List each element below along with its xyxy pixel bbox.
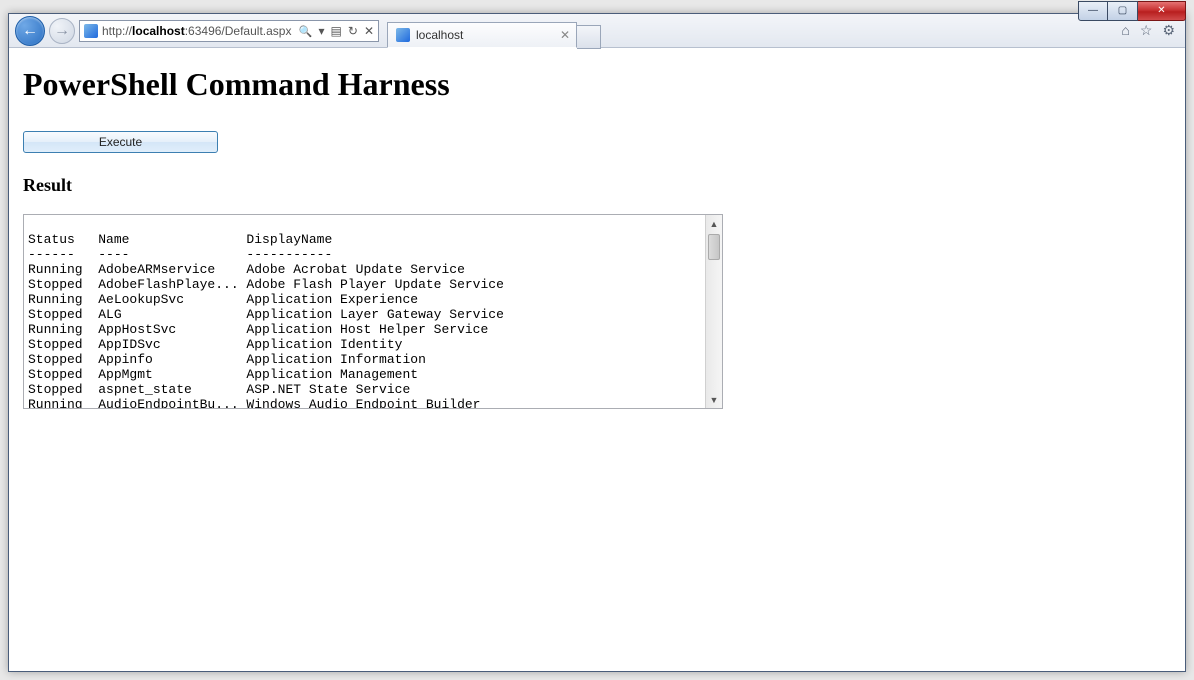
scroll-track[interactable]	[706, 262, 722, 391]
home-icon[interactable]: ⌂	[1121, 22, 1129, 39]
tab-title: localhost	[416, 28, 463, 42]
search-icon[interactable]	[299, 24, 313, 38]
arrow-right-icon: →	[54, 22, 70, 40]
tab-localhost[interactable]: localhost ✕	[387, 22, 577, 48]
window-caption-buttons: ― ▢ ✕	[1078, 1, 1186, 21]
page-title: PowerShell Command Harness	[23, 66, 1171, 103]
url-text: http://localhost:63496/Default.aspx	[102, 24, 295, 38]
ie-favicon-icon	[84, 24, 98, 38]
arrow-left-icon: ←	[22, 22, 38, 40]
tools-icon[interactable]: ⚙	[1162, 22, 1175, 39]
url-host: localhost	[132, 24, 185, 38]
forward-button[interactable]: →	[49, 18, 75, 44]
result-textarea-wrapper: ▲ ▼	[23, 214, 723, 409]
result-textarea[interactable]	[24, 215, 705, 408]
address-bar[interactable]: http://localhost:63496/Default.aspx ▾ ▤ …	[79, 20, 379, 42]
url-scheme: http://	[102, 24, 132, 38]
browser-toolbar: ← → http://localhost:63496/Default.aspx …	[9, 14, 1185, 48]
toolbar-right: ⌂ ☆ ⚙	[1121, 22, 1179, 39]
tab-close-icon[interactable]: ✕	[560, 28, 570, 42]
tab-strip: localhost ✕	[387, 14, 1117, 47]
address-controls: ▾ ▤ ↻ ✕	[299, 24, 374, 38]
scroll-thumb[interactable]	[708, 234, 720, 260]
address-dropdown-icon[interactable]: ▾	[319, 24, 325, 38]
compat-view-icon[interactable]: ▤	[331, 24, 342, 38]
scroll-down-icon[interactable]: ▼	[706, 391, 722, 408]
minimize-button[interactable]: ―	[1078, 1, 1108, 21]
back-button[interactable]: ←	[15, 16, 45, 46]
new-tab-button[interactable]	[577, 25, 601, 49]
maximize-icon: ▢	[1118, 6, 1127, 16]
maximize-button[interactable]: ▢	[1108, 1, 1138, 21]
url-path: :63496/Default.aspx	[185, 24, 292, 38]
ie-favicon-icon	[396, 28, 410, 42]
scroll-up-icon[interactable]: ▲	[706, 215, 722, 232]
ie-window: ― ▢ ✕ ← → http://localhost:63496/Default…	[8, 13, 1186, 672]
close-button[interactable]: ✕	[1138, 1, 1186, 21]
refresh-icon[interactable]: ↻	[348, 24, 358, 38]
execute-button[interactable]: Execute	[23, 131, 218, 153]
result-heading: Result	[23, 175, 1171, 196]
favorites-icon[interactable]: ☆	[1140, 22, 1153, 39]
scrollbar[interactable]: ▲ ▼	[705, 215, 722, 408]
stop-icon[interactable]: ✕	[364, 24, 374, 38]
minimize-icon: ―	[1088, 6, 1098, 16]
page-body: PowerShell Command Harness Execute Resul…	[9, 48, 1185, 671]
close-icon: ✕	[1157, 6, 1165, 16]
